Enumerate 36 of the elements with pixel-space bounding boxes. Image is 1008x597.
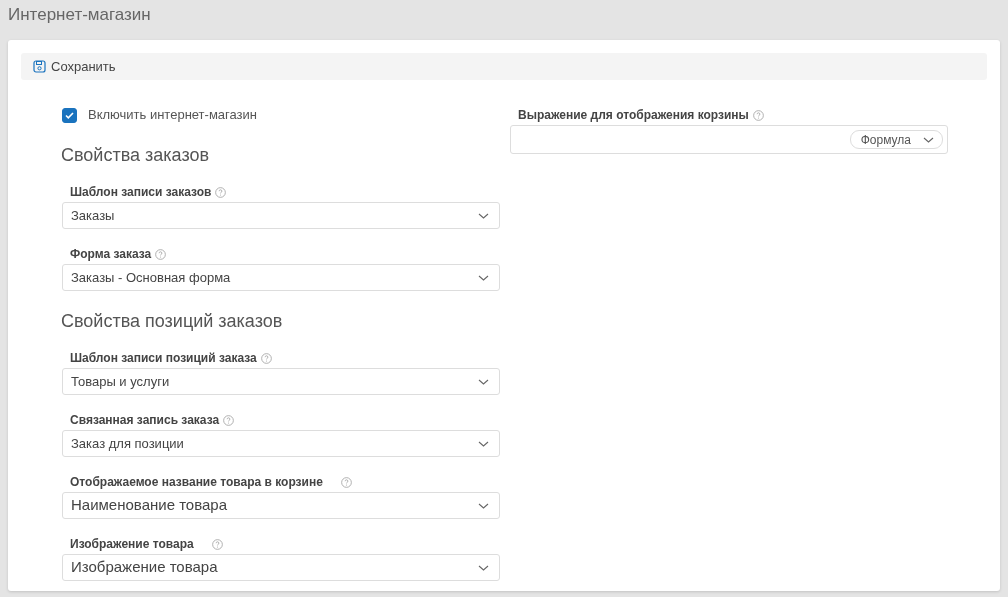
select-field[interactable]: Заказы xyxy=(62,202,500,229)
field-label: Шаблон записи позиций заказа xyxy=(70,350,257,366)
chevron-down-icon xyxy=(478,274,489,281)
chevron-down-icon xyxy=(923,136,934,143)
chevron-down-icon xyxy=(478,502,489,509)
help-icon[interactable] xyxy=(223,414,235,426)
field-label: Изображение товара xyxy=(70,536,194,552)
chevron-down-icon xyxy=(478,564,489,571)
help-icon[interactable] xyxy=(215,186,227,198)
formula-dropdown-button[interactable]: Формула xyxy=(849,130,943,149)
help-icon[interactable] xyxy=(155,248,167,260)
select-field[interactable]: Наименование товара xyxy=(62,492,500,519)
chevron-down-icon xyxy=(478,378,489,385)
select-field[interactable]: Заказ для позиции xyxy=(62,430,500,457)
help-icon[interactable] xyxy=(211,538,223,550)
section-heading: Свойства позиций заказов xyxy=(61,310,284,333)
field-label: Связанная запись заказа xyxy=(70,412,220,428)
chevron-down-icon xyxy=(478,440,489,447)
select-field[interactable]: Заказы - Основная форма xyxy=(62,264,500,291)
expression-field[interactable]: Формула xyxy=(510,125,948,154)
page-title: Интернет-магазин xyxy=(7,4,152,26)
chevron-down-icon xyxy=(478,212,489,219)
field-label: Шаблон записи заказов xyxy=(70,184,212,200)
field-label: Отображаемое название товара в корзине xyxy=(70,474,323,490)
select-field[interactable]: Товары и услуги xyxy=(62,368,500,395)
section-heading: Свойства заказов xyxy=(61,144,210,167)
help-icon[interactable] xyxy=(752,109,764,121)
help-icon[interactable] xyxy=(340,476,352,488)
help-icon[interactable] xyxy=(260,352,272,364)
checkbox[interactable] xyxy=(62,107,77,123)
save-button[interactable]: Сохранить xyxy=(33,56,116,77)
checkbox-label: Включить интернет-магазин xyxy=(88,106,257,125)
field-label: Выражение для отображения корзины xyxy=(518,107,749,123)
field-label: Форма заказа xyxy=(70,246,152,262)
check-icon xyxy=(65,111,74,119)
select-field[interactable]: Изображение товара xyxy=(62,554,500,581)
